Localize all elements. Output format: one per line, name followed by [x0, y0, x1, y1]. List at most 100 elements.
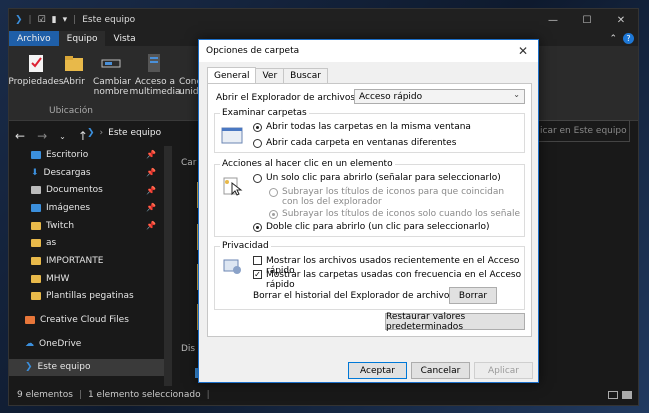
close-icon[interactable]: ✕ — [604, 9, 638, 31]
nav-item-as[interactable]: as — [9, 234, 164, 252]
nav-item-descargas[interactable]: ⬇ Descargas 📌 — [9, 164, 164, 182]
folder-icon — [31, 221, 41, 230]
underline-always-option[interactable]: Subrayar los títulos de iconos para que … — [269, 187, 519, 207]
help-icon[interactable]: ? — [623, 33, 634, 44]
nav-item-mhw[interactable]: MHW — [9, 270, 164, 288]
status-bar: 9 elementos | 1 elemento seleccionado | — [9, 385, 638, 405]
media-server-icon — [148, 54, 160, 72]
dialog-title: Opciones de carpeta — [206, 46, 300, 56]
nav-label: Documentos — [46, 185, 103, 196]
documents-icon — [31, 186, 41, 195]
nav-item-onedrive[interactable]: ☁ OneDrive — [9, 335, 164, 353]
new-folder-quick-icon[interactable]: ▮ — [52, 15, 57, 25]
ribbon-tab-actions: ⌃ ? — [609, 31, 638, 46]
quick-access-toolbar: ❯ | ☑ ▮ ▾ | — [15, 15, 76, 25]
nav-item-plantillas[interactable]: Plantillas pegatinas — [9, 288, 164, 306]
properties-icon — [29, 55, 43, 72]
tab-vista[interactable]: Vista — [105, 31, 143, 46]
privacy-group: Privacidad Mostrar los archivos usados r… — [214, 241, 525, 310]
radio[interactable] — [253, 138, 262, 148]
address-bar[interactable]: ❯ › Este equipo — [87, 123, 207, 143]
nav-item-escritorio[interactable]: Escritorio 📌 — [9, 146, 164, 164]
computer-icon: ❯ — [25, 362, 33, 373]
nav-label: as — [46, 238, 57, 249]
properties-quick-icon[interactable]: ☑ — [38, 15, 46, 25]
ok-button[interactable]: Aceptar — [348, 362, 407, 379]
open-label: Abrir — [63, 77, 85, 87]
explorer-titlebar: ❯ | ☑ ▮ ▾ | Este equipo — ☐ ✕ — [9, 9, 638, 31]
click-actions-group: Acciones al hacer clic en un elemento Un… — [214, 159, 525, 237]
back-arrow-icon[interactable]: ← — [15, 129, 25, 143]
open-explorer-select[interactable]: Acceso rápido ⌄ — [354, 89, 525, 104]
open-explorer-label: Abrir el Explorador de archivos en: — [216, 93, 373, 103]
radio[interactable] — [253, 122, 262, 132]
customize-quick-icon[interactable]: ▾ — [63, 15, 68, 25]
nav-item-imagenes[interactable]: Imágenes 📌 — [9, 199, 164, 217]
radio[interactable] — [253, 222, 262, 232]
clear-history-button[interactable]: Borrar — [449, 287, 497, 304]
new-window-option[interactable]: Abrir cada carpeta en ventanas diferente… — [253, 138, 456, 148]
checkbox[interactable] — [253, 256, 262, 265]
nav-item-importante[interactable]: IMPORTANTE — [9, 252, 164, 270]
checkbox[interactable]: ✓ — [253, 270, 262, 279]
pin-icon: 📌 — [146, 221, 156, 231]
nav-item-creative-cloud[interactable]: Creative Cloud Files — [9, 311, 164, 329]
forward-arrow-icon[interactable]: → — [37, 129, 47, 143]
nav-label: Imágenes — [46, 202, 91, 213]
nav-item-este-equipo[interactable]: ❯ Este equipo — [9, 358, 164, 377]
nav-scrollbar[interactable] — [164, 146, 172, 386]
dialog-titlebar: Opciones de carpeta ✕ — [199, 40, 538, 62]
browse-folders-group: Examinar carpetas Abrir todas las carpet… — [214, 108, 525, 153]
dialog-tabs: General Ver Buscar — [207, 67, 328, 83]
window-icon — [221, 127, 243, 144]
recent-chevron-icon[interactable]: ⌄ — [59, 132, 66, 141]
window-title: Este equipo — [82, 15, 136, 25]
folder-icon — [31, 256, 41, 265]
explorer-app-icon: ❯ — [15, 15, 23, 25]
view-switcher — [608, 391, 638, 399]
nav-item-twitch[interactable]: Twitch 📌 — [9, 217, 164, 235]
collapse-ribbon-icon[interactable]: ⌃ — [609, 34, 617, 44]
double-click-option[interactable]: Doble clic para abrirlo (un clic para se… — [253, 222, 490, 232]
same-window-option[interactable]: Abrir todas las carpetas en la misma ven… — [253, 122, 471, 132]
cancel-button[interactable]: Cancelar — [411, 362, 470, 379]
privacy-icon — [223, 259, 241, 274]
ribbon-group-label: Ubicación — [49, 106, 93, 116]
search-input[interactable]: icar en Este equipo — [535, 120, 630, 142]
media-access-button[interactable]: Acceso a multimedia — [127, 52, 183, 97]
tab-ver[interactable]: Ver — [255, 68, 285, 83]
large-icons-view-icon[interactable] — [622, 391, 632, 399]
restore-defaults-button[interactable]: Restaurar valores predeterminados — [385, 312, 525, 332]
nav-label: Escritorio — [46, 149, 89, 160]
nav-item-documentos[interactable]: Documentos 📌 — [9, 181, 164, 199]
tab-archivo[interactable]: Archivo — [9, 31, 59, 46]
divider: | — [28, 15, 32, 25]
nav-label: OneDrive — [39, 338, 82, 349]
cursor-click-icon — [223, 177, 243, 196]
download-icon: ⬇ — [31, 167, 39, 178]
divider: | — [206, 390, 210, 400]
computer-icon: ❯ — [87, 128, 95, 138]
underline-hover-option[interactable]: Subrayar los títulos de iconos solo cuan… — [269, 209, 520, 219]
radio[interactable] — [253, 173, 262, 183]
close-icon[interactable]: ✕ — [508, 44, 538, 58]
option-label: Abrir todas las carpetas en la misma ven… — [266, 122, 471, 132]
single-click-option[interactable]: Un solo clic para abrirlo (señalar para … — [253, 173, 501, 183]
section-header-devices: Dis — [181, 344, 196, 354]
breadcrumb: Este equipo — [108, 128, 162, 138]
chevron-down-icon: ⌄ — [513, 90, 520, 99]
tab-equipo[interactable]: Equipo — [58, 31, 106, 46]
option-label: Abrir cada carpeta en ventanas diferente… — [266, 138, 457, 148]
radio[interactable] — [269, 187, 278, 197]
item-count: 9 elementos — [17, 390, 73, 400]
radio[interactable] — [269, 209, 278, 219]
cloud-icon: ☁ — [25, 338, 34, 349]
select-value: Acceso rápido — [359, 91, 423, 102]
clear-history-label: Borrar el historial del Explorador de ar… — [253, 291, 455, 301]
tab-general[interactable]: General — [207, 67, 257, 83]
details-view-icon[interactable] — [608, 391, 618, 399]
apply-button[interactable]: Aplicar — [474, 362, 533, 379]
tab-buscar[interactable]: Buscar — [283, 68, 328, 83]
minimize-icon[interactable]: — — [536, 9, 570, 31]
maximize-icon[interactable]: ☐ — [570, 9, 604, 31]
